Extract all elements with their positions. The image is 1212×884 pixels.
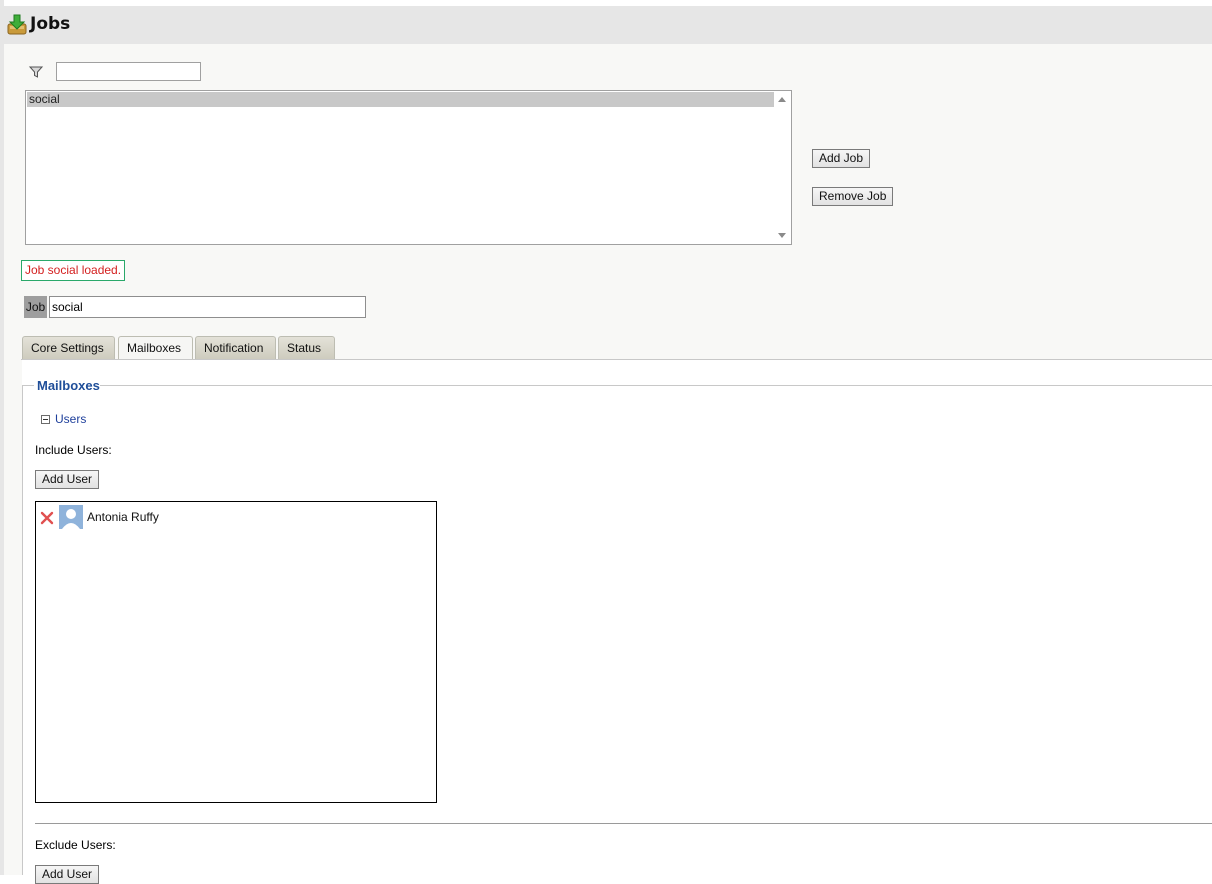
job-name-input[interactable] — [49, 296, 366, 318]
fieldset-border — [100, 385, 1212, 386]
page-header: Jobs — [4, 6, 1212, 44]
job-list[interactable]: social — [25, 90, 792, 245]
page-title: Jobs — [30, 14, 71, 34]
add-include-user-button[interactable]: Add User — [35, 470, 100, 489]
collapse-minus-icon[interactable] — [41, 415, 50, 424]
remove-job-button[interactable]: Remove Job — [812, 187, 894, 206]
section-separator — [35, 823, 1212, 824]
status-message: Job social loaded. — [21, 260, 126, 281]
scroll-down-arrow-icon[interactable] — [778, 233, 786, 238]
download-package-icon — [7, 14, 27, 35]
user-avatar — [59, 505, 83, 529]
mailboxes-panel: Mailboxes Users Include Users: Add User … — [22, 360, 1212, 884]
fieldset-border — [22, 385, 34, 386]
exclude-users-label: Exclude Users: — [35, 838, 116, 852]
scroll-up-arrow-icon[interactable] — [778, 97, 786, 102]
job-list-item[interactable]: social — [27, 92, 775, 107]
user-name: Antonia Ruffy — [87, 510, 159, 524]
mailboxes-legend: Mailboxes — [37, 378, 100, 393]
tab-notification[interactable]: Notification — [195, 336, 276, 360]
job-field-label: Job — [24, 296, 47, 318]
filter-input[interactable] — [56, 62, 201, 81]
tab-mailboxes[interactable]: Mailboxes — [118, 336, 193, 361]
funnel-icon[interactable] — [28, 64, 44, 80]
tab-status[interactable]: Status — [278, 336, 335, 360]
included-users-list: Antonia Ruffy — [35, 501, 437, 803]
users-toggle[interactable]: Users — [55, 412, 86, 426]
person-icon — [62, 509, 80, 529]
page-frame: Jobs social Add Job Remove Job Job socia… — [4, 6, 1212, 884]
remove-user-x-icon[interactable] — [40, 511, 54, 525]
list-scrollbar[interactable] — [774, 91, 791, 244]
fieldset-border — [22, 385, 23, 875]
add-job-button[interactable]: Add Job — [812, 149, 871, 168]
tab-core-settings[interactable]: Core Settings — [22, 336, 115, 360]
include-users-label: Include Users: — [35, 443, 112, 457]
